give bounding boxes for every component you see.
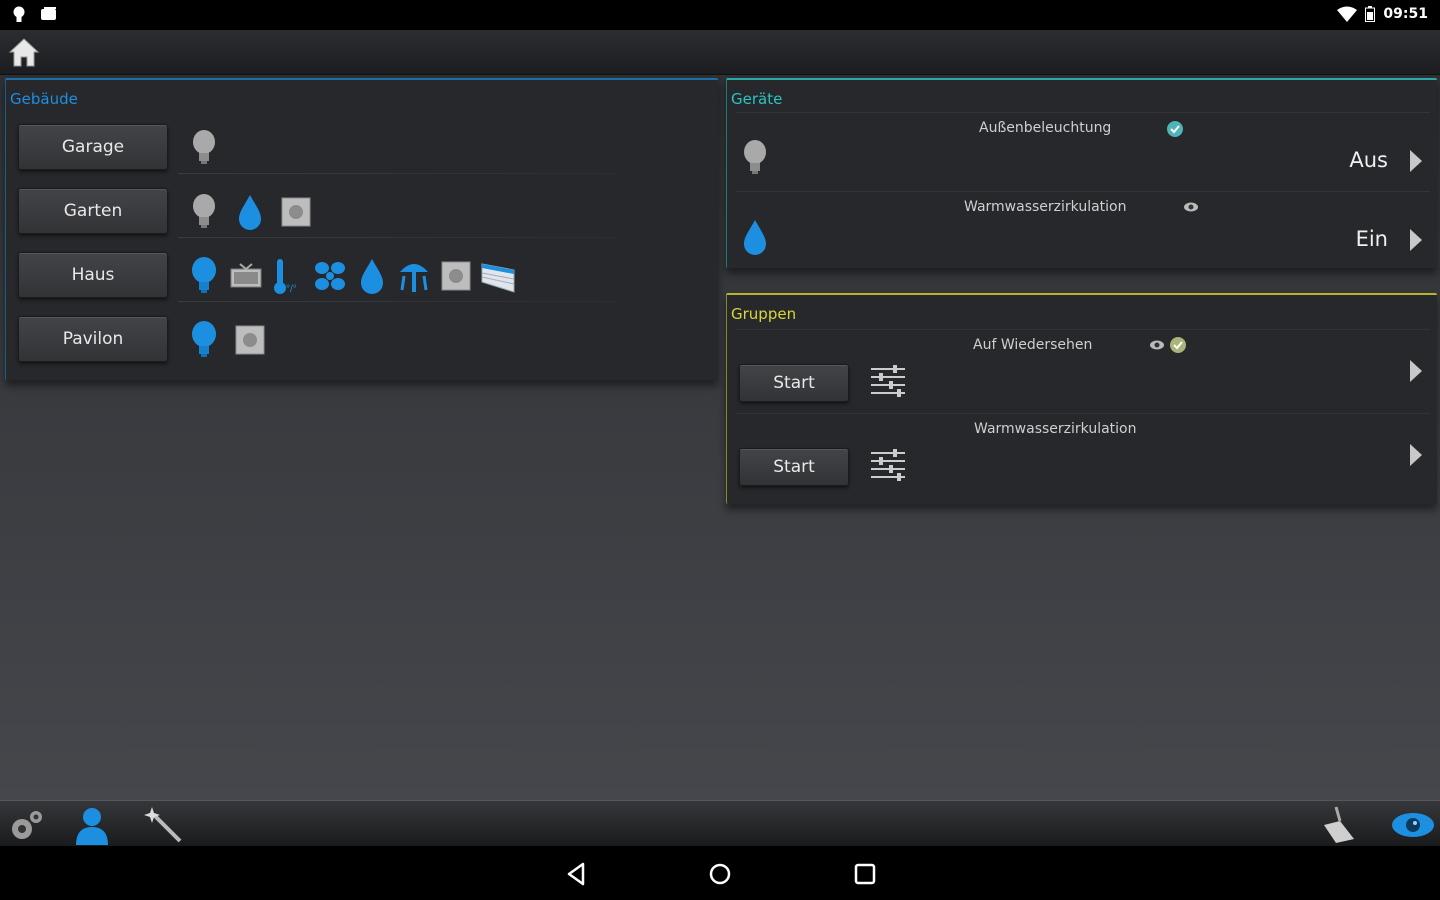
gebaeude-title: Gebäude — [10, 90, 78, 108]
sliders-icon[interactable] — [869, 447, 907, 483]
wifi-icon — [1337, 6, 1358, 22]
device-row-aussenbeleuchtung[interactable]: Außenbeleuchtung Aus — [727, 112, 1438, 191]
socket-icon[interactable] — [232, 320, 268, 360]
socket-icon[interactable] — [278, 192, 314, 232]
check-badge-icon — [1170, 337, 1186, 353]
row-divider — [735, 191, 1430, 192]
recents-icon[interactable] — [851, 860, 879, 888]
gruppen-title: Gruppen — [731, 305, 797, 323]
room-devices — [186, 122, 222, 174]
device-state: Ein — [1355, 227, 1388, 251]
room-row-garage: Garage — [18, 122, 708, 178]
top-app-bar — [0, 30, 1440, 75]
room-row-haus: Haus °/° — [18, 250, 708, 306]
room-button-pavilon[interactable]: Pavilon — [18, 316, 168, 362]
geraete-panel: Geräte Außenbeleuchtung Aus Warmwasserzi… — [726, 78, 1437, 268]
magic-wand-icon[interactable] — [144, 805, 184, 845]
tv-icon[interactable] — [228, 256, 264, 296]
thermometer-icon[interactable]: °/° — [270, 256, 306, 296]
chevron-right-icon[interactable] — [1410, 150, 1422, 172]
clock: 09:51 — [1383, 6, 1428, 22]
bulb-icon[interactable] — [186, 256, 222, 296]
device-state: Aus — [1349, 148, 1388, 172]
geraete-title: Geräte — [731, 90, 783, 108]
socket-icon[interactable] — [438, 256, 474, 296]
check-badge-icon — [1167, 121, 1183, 137]
row-divider — [178, 173, 618, 174]
room-button-garten[interactable]: Garten — [18, 188, 168, 234]
room-row-garten: Garten — [18, 186, 708, 242]
row-divider — [735, 112, 1430, 113]
start-button[interactable]: Start — [739, 364, 849, 402]
bulb-icon[interactable] — [186, 320, 222, 360]
chevron-right-icon[interactable] — [1410, 360, 1422, 382]
user-icon[interactable] — [72, 805, 112, 845]
bottom-toolbar — [0, 800, 1440, 846]
room-devices: °/° — [186, 250, 516, 302]
back-icon[interactable] — [563, 860, 591, 888]
device-name: Warmwasserzirkulation — [964, 199, 1127, 215]
room-button-garage[interactable]: Garage — [18, 124, 168, 170]
status-bar: 09:51 — [0, 0, 1440, 30]
settings-icon[interactable] — [6, 805, 46, 845]
water-drop-icon — [744, 220, 766, 255]
group-row-warmwasserzirkulation: Warmwasserzirkulation Start — [727, 413, 1438, 497]
blinds-icon[interactable] — [480, 256, 516, 296]
main-area: Gebäude Garage Garten Haus °/° Pavilon G… — [0, 75, 1440, 800]
bulb-icon[interactable] — [186, 192, 222, 232]
home-nav-icon[interactable] — [706, 860, 734, 888]
battery-icon — [1365, 6, 1376, 22]
row-divider — [178, 301, 618, 302]
device-name: Außenbeleuchtung — [979, 120, 1112, 136]
eye-icon[interactable] — [1390, 805, 1436, 845]
group-name: Auf Wiedersehen — [973, 337, 1093, 353]
svg-text:°/°: °/° — [286, 284, 297, 295]
group-name: Warmwasserzirkulation — [974, 421, 1137, 437]
chevron-right-icon[interactable] — [1410, 444, 1422, 466]
room-row-pavilon: Pavilon — [18, 314, 708, 370]
bulb-icon[interactable] — [186, 128, 222, 168]
sprinkler-icon[interactable] — [396, 256, 432, 296]
water-drop-icon[interactable] — [232, 192, 268, 232]
room-devices — [186, 186, 314, 238]
bulb-icon — [744, 140, 766, 174]
eye-small-icon — [1184, 202, 1198, 212]
home-icon[interactable] — [6, 34, 42, 70]
row-divider — [735, 413, 1430, 414]
eye-small-icon — [1150, 340, 1164, 350]
group-row-auf-wiedersehen: Auf Wiedersehen Start — [727, 329, 1438, 413]
fan-icon[interactable] — [312, 256, 348, 296]
chevron-right-icon[interactable] — [1410, 229, 1422, 251]
notification-bulb-icon — [13, 6, 25, 22]
device-row-warmwasserzirkulation[interactable]: Warmwasserzirkulation Ein — [727, 191, 1438, 270]
room-button-haus[interactable]: Haus — [18, 252, 168, 298]
gebaeude-panel: Gebäude Garage Garten Haus °/° Pavilon — [5, 78, 718, 380]
water-drop-icon[interactable] — [354, 256, 390, 296]
notification-image-icon — [41, 7, 56, 20]
room-devices — [186, 314, 268, 366]
sliders-icon[interactable] — [869, 363, 907, 399]
gruppen-panel: Gruppen Auf Wiedersehen Start Warmwasser… — [726, 293, 1437, 504]
start-button[interactable]: Start — [739, 448, 849, 486]
row-divider — [735, 329, 1430, 330]
system-nav-bar — [0, 846, 1440, 900]
clean-icon[interactable] — [1318, 805, 1358, 845]
row-divider — [178, 237, 618, 238]
